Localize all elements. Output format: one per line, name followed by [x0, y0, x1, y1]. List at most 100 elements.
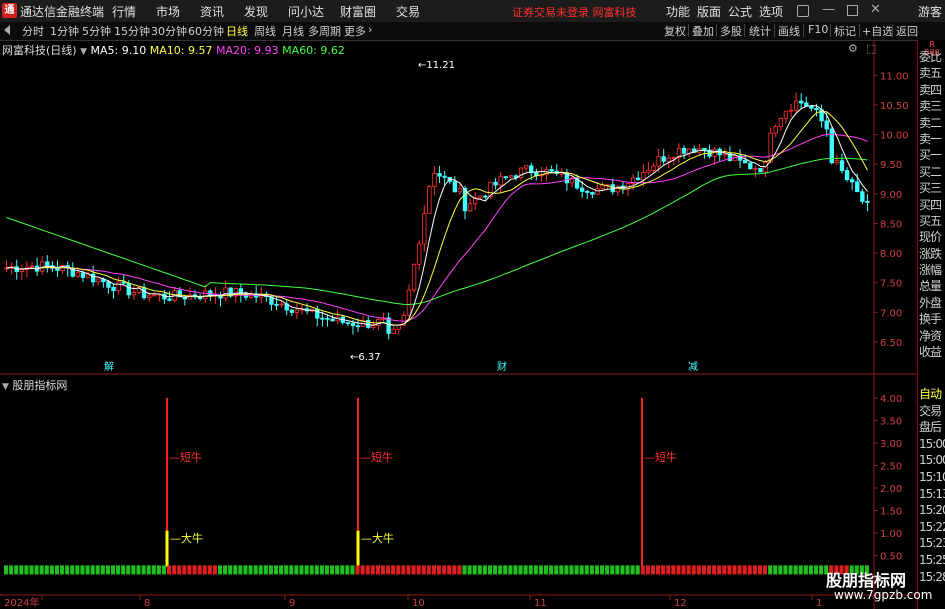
stock-title[interactable]: 网富科技(日线) — [2, 44, 77, 57]
btn-huaxian[interactable]: 画线 — [778, 23, 800, 39]
trend-strip-cell — [447, 565, 452, 575]
candle-body — [167, 298, 172, 301]
menu-faxian[interactable]: 发现 — [244, 3, 268, 20]
period-fenshi[interactable]: 分时 — [22, 23, 44, 39]
candle-body — [422, 213, 427, 245]
trend-strip-cell — [426, 565, 431, 575]
trade-label[interactable]: 自动 — [919, 386, 945, 403]
btn-diejia[interactable]: 叠加 — [692, 23, 714, 39]
trend-strip-cell — [717, 565, 722, 575]
period-more[interactable]: 更多 — [344, 23, 366, 39]
period-daily[interactable]: 日线 — [226, 23, 248, 39]
trend-strip-cell — [788, 565, 793, 575]
candle-body — [320, 317, 325, 320]
candle-body — [651, 165, 656, 171]
btn-duogu[interactable]: 多股 — [720, 23, 742, 39]
trend-strip-cell — [116, 565, 121, 575]
candle-body — [493, 181, 498, 186]
trend-strip-cell — [238, 565, 243, 575]
price-tick-label: 10.00 — [880, 131, 909, 142]
trend-strip-cell — [477, 565, 482, 575]
indicator-name[interactable]: 股朋指标网 — [12, 379, 67, 392]
period-monthly[interactable]: 月线 — [282, 23, 304, 39]
dropdown-icon[interactable]: ▼ — [80, 47, 87, 57]
high-price-label: ←11.21 — [418, 60, 455, 71]
btn-back[interactable]: 返回 — [896, 23, 918, 39]
candle-body — [406, 289, 412, 316]
minimize-icon[interactable]: — — [822, 2, 835, 17]
trend-strip-cell — [29, 565, 34, 575]
collapse-left-icon[interactable] — [4, 25, 10, 35]
trend-strip-cell — [594, 565, 599, 575]
period-15min[interactable]: 15分钟 — [114, 23, 150, 39]
quote-label: 换手 — [919, 312, 942, 327]
candle-body — [371, 325, 376, 328]
trend-strip-cell — [253, 565, 258, 575]
candle-body — [523, 165, 529, 169]
period-5min[interactable]: 5分钟 — [82, 23, 111, 39]
menu-hangqing[interactable]: 行情 — [112, 3, 136, 20]
trend-strip-cell — [630, 565, 635, 575]
menu-shichang[interactable]: 市场 — [156, 3, 180, 20]
dropdown-icon[interactable]: ▼ — [2, 382, 9, 392]
period-60min[interactable]: 60分钟 — [188, 23, 224, 39]
period-30min[interactable]: 30分钟 — [151, 23, 187, 39]
quote-label: 现价 — [919, 230, 942, 245]
maximize-icon[interactable] — [847, 5, 858, 16]
trend-strip-cell — [14, 565, 19, 575]
candle-body — [111, 286, 116, 292]
period-weekly[interactable]: 周线 — [254, 23, 276, 39]
menu-xuanxiang[interactable]: 选项 — [759, 3, 783, 20]
expand-icon[interactable]: ⬚ — [866, 42, 876, 55]
quote-label: 卖四 — [919, 82, 942, 97]
candle-body — [681, 147, 687, 154]
event-label: 解 — [104, 360, 114, 373]
guest-login[interactable]: 游客 — [918, 3, 942, 20]
message-icon[interactable] — [797, 5, 809, 17]
btn-fuquan[interactable]: 复权 — [664, 23, 686, 39]
trend-strip-cell — [727, 565, 732, 575]
menu-wenxiaoda[interactable]: 问小达 — [288, 3, 324, 20]
trend-strip-cell — [431, 565, 436, 575]
btn-f10[interactable]: F10 — [808, 23, 828, 36]
indicator-tick-label: 3.50 — [880, 417, 902, 428]
trend-strip-cell — [355, 565, 360, 575]
quote-label: 买三 — [919, 181, 942, 196]
trend-strip-cell — [411, 565, 416, 575]
candle-body — [141, 287, 147, 299]
trend-strip-cell — [314, 565, 319, 575]
btn-biaoji[interactable]: 标记 — [834, 23, 856, 39]
candle-body — [646, 170, 651, 174]
trend-strip-cell — [559, 565, 564, 575]
menu-caifuquan[interactable]: 财富圈 — [340, 3, 376, 20]
login-notice[interactable]: 证券交易未登录 网富科技 — [512, 4, 637, 20]
trend-strip-cell — [574, 565, 579, 575]
menu-gongshi[interactable]: 公式 — [728, 3, 752, 20]
price-tick-label: 11.00 — [880, 71, 909, 82]
time-tick-label: 11 — [534, 598, 547, 609]
menu-jiaoyi[interactable]: 交易 — [396, 3, 420, 20]
more-chevron-icon[interactable]: › — [368, 23, 372, 36]
trend-strip-cell — [696, 565, 701, 575]
trend-strip-cell — [808, 565, 813, 575]
trend-strip-cell — [712, 565, 717, 575]
candle-body — [294, 309, 300, 313]
trend-strip-cell — [365, 565, 370, 575]
kline-chart[interactable]: 11.0010.5010.009.509.008.508.007.507.006… — [0, 40, 917, 609]
btn-tongji[interactable]: 统计 — [749, 23, 771, 39]
trend-strip-cell — [60, 565, 65, 575]
btn-add-watchlist[interactable]: +自选 — [862, 23, 893, 39]
trend-strip-cell — [671, 565, 676, 575]
menu-gongneng[interactable]: 功能 — [666, 3, 690, 20]
settings-gear-icon[interactable]: ⚙ — [848, 42, 858, 55]
candle-body — [152, 294, 157, 297]
period-multi[interactable]: 多周期 — [308, 23, 341, 39]
menu-banmian[interactable]: 版面 — [697, 3, 721, 20]
menu-zixun[interactable]: 资讯 — [200, 3, 224, 20]
close-icon[interactable]: ✕ — [870, 2, 881, 17]
trend-strip-cell — [518, 565, 523, 575]
trend-strip-cell — [752, 565, 757, 575]
candle-body — [788, 109, 794, 112]
trend-strip-cell — [813, 565, 819, 575]
period-1min[interactable]: 1分钟 — [50, 23, 79, 39]
